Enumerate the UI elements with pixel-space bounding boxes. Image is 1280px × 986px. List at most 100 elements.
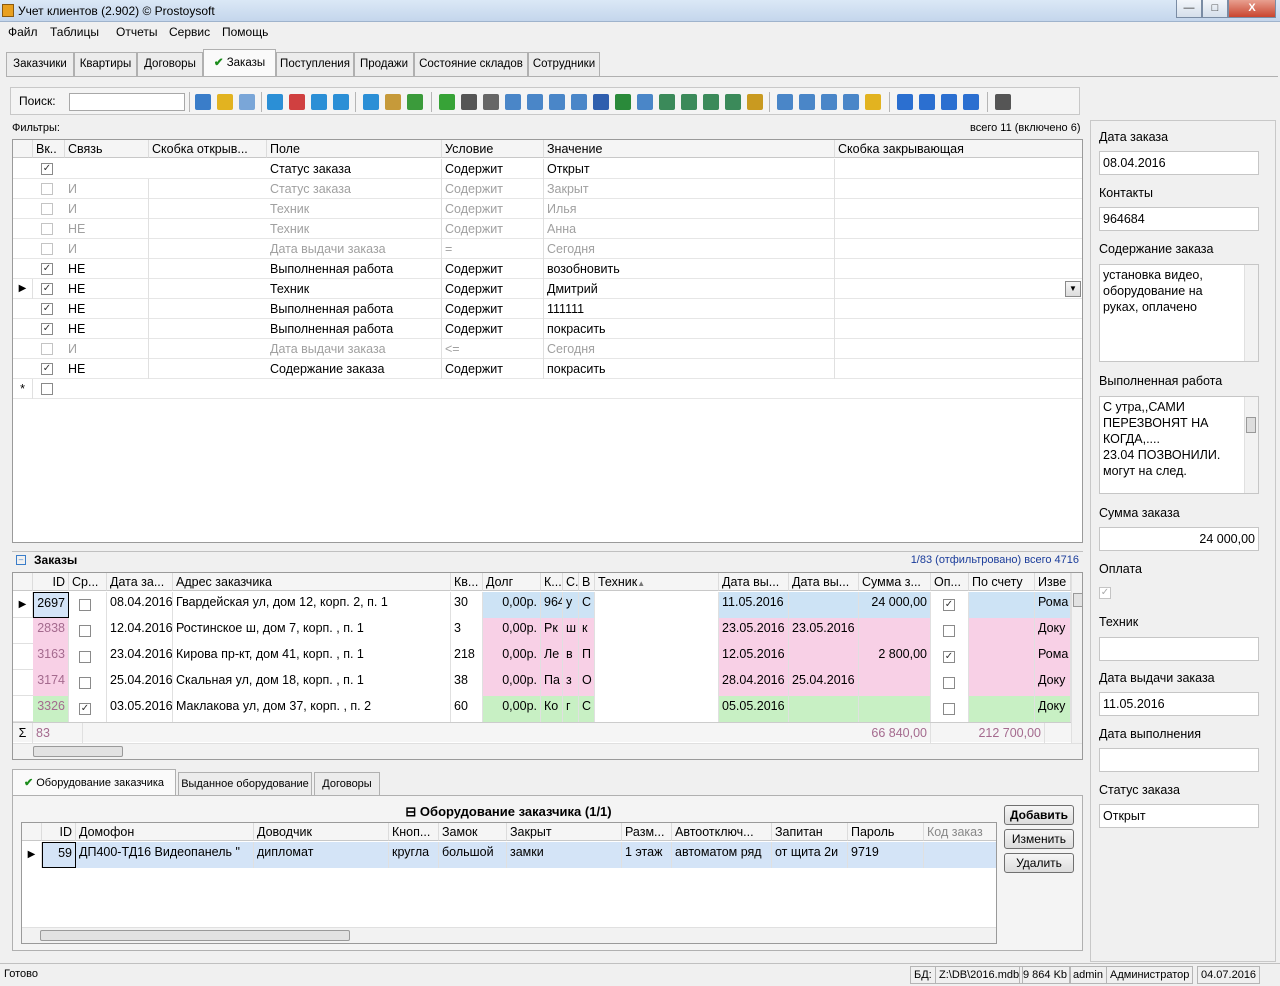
col-debt-header[interactable]: Долг — [483, 573, 541, 591]
filter-row[interactable]: И Дата выдачи заказа <= Сегодня — [13, 339, 1082, 359]
filter-row[interactable]: ✓ НЕ Выполненная работа Содержит 111111 — [13, 299, 1082, 319]
tab-contracts[interactable]: Договоры — [137, 52, 203, 76]
col-closed-header[interactable]: Закрыт — [507, 823, 622, 841]
content-scrollbar[interactable] — [1244, 265, 1258, 361]
col-code-header[interactable]: Код заказ — [924, 823, 996, 841]
filter-field[interactable]: Выполненная работа — [267, 259, 442, 279]
work-scroll-thumb[interactable] — [1246, 417, 1256, 433]
equipment-lock-cell[interactable]: большой — [439, 842, 507, 868]
close-button[interactable]: X — [1228, 0, 1276, 18]
filter-condition[interactable]: = — [442, 239, 544, 259]
col-condition-header[interactable]: Условие — [442, 140, 544, 158]
order-issue-date-cell[interactable]: 28.04.2016 — [719, 670, 789, 696]
filter-row[interactable]: И Дата выдачи заказа = Сегодня — [13, 239, 1082, 259]
filter-enabled-checkbox[interactable]: ✓ — [41, 283, 53, 295]
paid-checkbox[interactable]: ✓ — [943, 599, 955, 611]
order-v-cell[interactable]: С — [579, 592, 595, 618]
export-2-icon[interactable] — [549, 94, 565, 110]
col-id-header[interactable]: ID — [33, 573, 69, 591]
filter-enabled-checkbox[interactable]: ✓ — [41, 363, 53, 375]
filter-icon[interactable] — [267, 94, 283, 110]
filter-row[interactable]: И Техник Содержит Илья — [13, 199, 1082, 219]
filter-enabled-checkbox[interactable] — [41, 183, 53, 195]
paid-checkbox[interactable] — [943, 625, 955, 637]
order-k-cell[interactable]: Па — [541, 670, 563, 696]
menu-service[interactable]: Сервис — [169, 25, 210, 39]
col-issue-date-2-header[interactable]: Дата вы... — [789, 573, 859, 591]
equipment-button-cell[interactable]: кругла — [389, 842, 439, 868]
col-v-header[interactable]: В — [579, 573, 595, 591]
tab-apartments[interactable]: Квартиры — [74, 52, 137, 76]
filter-enabled-checkbox[interactable]: ✓ — [41, 323, 53, 335]
order-id-cell[interactable]: 2697 — [33, 592, 69, 618]
equipment-auto-cell[interactable]: автоматом ряд — [672, 842, 772, 868]
order-issue-date-cell[interactable]: 23.05.2016 — [719, 618, 789, 644]
status-field[interactable]: Открыт — [1099, 804, 1259, 828]
equipment-password-cell[interactable]: 9719 — [848, 842, 924, 868]
filter-value[interactable]: возобновить — [544, 259, 835, 279]
tab-issued-equipment[interactable]: Выданное оборудование — [178, 772, 312, 796]
order-row[interactable]: 3174 25.04.2016 Скальная ул, дом 18, корп.… — [13, 670, 1071, 696]
row-selector[interactable]: ▶ — [13, 279, 33, 299]
done-date-field[interactable] — [1099, 748, 1259, 772]
work-textarea[interactable]: С утра,,САМИ ПЕРЕЗВОНЯТ НА КОГДА,.... 23… — [1099, 396, 1259, 494]
order-address-cell[interactable]: Маклакова ул, дом 37, корп. , п. 2 — [173, 696, 451, 722]
orders-hscroll[interactable] — [13, 743, 1082, 759]
order-s-cell[interactable]: ш — [563, 618, 579, 644]
filter-value[interactable]: Дмитрий — [544, 279, 835, 299]
first-record-icon[interactable] — [897, 94, 913, 110]
filter-link[interactable]: И — [65, 179, 149, 199]
edit-button[interactable]: Изменить — [1004, 829, 1074, 849]
filter-edit-icon[interactable] — [333, 94, 349, 110]
filter-value[interactable]: покрасить — [544, 359, 835, 379]
order-info-cell[interactable]: Доку — [1035, 618, 1071, 644]
menu-tables[interactable]: Таблицы — [50, 25, 99, 39]
filter-condition[interactable]: Содержит — [442, 199, 544, 219]
col-urgent-header[interactable]: Ср... — [69, 573, 107, 591]
tab-customer-equipment[interactable]: ✔ Оборудование заказчика — [12, 769, 176, 796]
filter-link[interactable]: И — [65, 239, 149, 259]
filter-enabled-checkbox[interactable]: ✓ — [41, 303, 53, 315]
equipment-size-cell[interactable]: 1 этаж — [622, 842, 672, 868]
equipment-hscroll-thumb[interactable] — [40, 930, 350, 941]
prev-record-icon[interactable] — [919, 94, 935, 110]
issue-date-field[interactable]: 11.05.2016 — [1099, 692, 1259, 716]
col-id-header[interactable]: ID — [42, 823, 76, 841]
urgent-checkbox[interactable]: ✓ — [79, 703, 91, 715]
order-debt-cell[interactable]: 0,00р. — [483, 644, 541, 670]
order-sum-cell[interactable] — [859, 696, 931, 722]
order-issue-date-cell[interactable]: 11.05.2016 — [719, 592, 789, 618]
order-v-cell[interactable]: О — [579, 670, 595, 696]
excel-export-icon[interactable] — [615, 94, 631, 110]
col-address-header[interactable]: Адрес заказчика — [173, 573, 451, 591]
export-4-icon[interactable] — [637, 94, 653, 110]
filter-link[interactable]: НЕ — [65, 319, 149, 339]
order-sum-cell[interactable] — [859, 618, 931, 644]
order-debt-cell[interactable]: 0,00р. — [483, 696, 541, 722]
sort-icon[interactable] — [777, 94, 793, 110]
tab-receipts[interactable]: Поступления — [276, 52, 354, 76]
order-sum-cell[interactable]: 24 000,00 — [859, 592, 931, 618]
tab-warehouse-state[interactable]: Состояние складов — [414, 52, 528, 76]
order-address-cell[interactable]: Гвардейская ул, дом 12, корп. 2, п. 1 — [173, 592, 451, 618]
order-info-cell[interactable]: Доку — [1035, 696, 1071, 722]
filter-enabled-checkbox[interactable]: ✓ — [41, 163, 53, 175]
order-apt-cell[interactable]: 3 — [451, 618, 483, 644]
last-record-icon[interactable] — [963, 94, 979, 110]
order-paid-cell[interactable]: ✓ — [931, 644, 969, 670]
order-row[interactable]: 3326 ✓ 03.05.2016 Маклакова ул, дом 37, кор… — [13, 696, 1071, 722]
col-paid-header[interactable]: Оп... — [931, 573, 969, 591]
filter-field[interactable]: Дата выдачи заказа — [267, 339, 442, 359]
order-s-cell[interactable]: з — [563, 670, 579, 696]
order-tech-cell[interactable] — [595, 696, 719, 722]
find-binoculars-icon[interactable] — [461, 94, 477, 110]
filter-row[interactable]: ▶ ✓ НЕ Техник Содержит Дмитрий ▼ — [13, 279, 1082, 299]
menu-help[interactable]: Помощь — [222, 25, 268, 39]
order-k-cell[interactable]: Ко — [541, 696, 563, 722]
order-issue-date-2-cell[interactable] — [789, 696, 859, 722]
filter-value[interactable]: Илья — [544, 199, 835, 219]
order-paid-cell[interactable]: ✓ — [931, 592, 969, 618]
word-export-icon[interactable] — [593, 94, 609, 110]
order-date-cell[interactable]: 23.04.2016 — [107, 644, 173, 670]
col-field-header[interactable]: Поле — [267, 140, 442, 158]
